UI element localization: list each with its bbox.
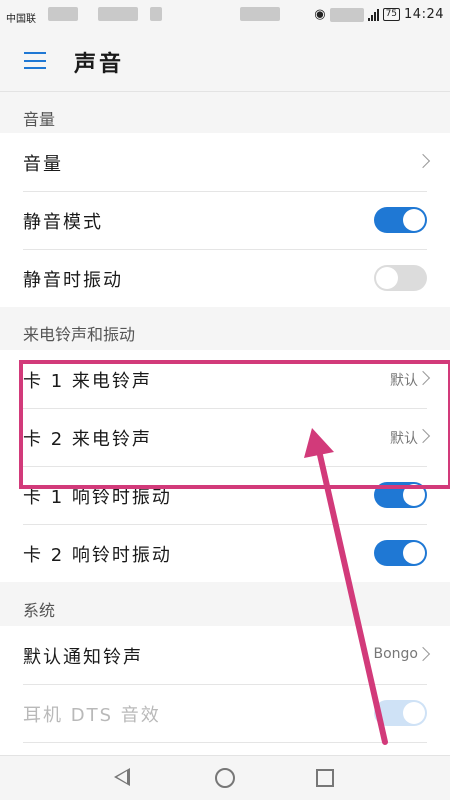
vibrate-silent-toggle[interactable]	[374, 265, 427, 291]
volume-label: 音量	[23, 154, 63, 175]
divider	[23, 742, 427, 743]
notification-tone-value: Bongo	[373, 646, 419, 662]
recent-square-icon[interactable]	[316, 769, 334, 787]
sim2-vibrate-label: 卡 2 响铃时振动	[23, 545, 172, 566]
navigation-bar	[0, 755, 450, 800]
section-header-volume: 音量	[23, 110, 56, 129]
chevron-right-icon	[415, 646, 431, 662]
blurred-notification-icon	[48, 7, 78, 21]
eye-icon: ◉	[314, 7, 326, 22]
vibrate-silent-row[interactable]: 静音时振动	[0, 249, 450, 307]
status-bar: 中国联 ◉ 75 14:24	[0, 0, 450, 30]
signal-icon	[367, 8, 379, 21]
sim2-vibrate-row[interactable]: 卡 2 响铃时振动	[0, 524, 450, 582]
silent-mode-row[interactable]: 静音模式	[0, 191, 450, 249]
dts-effect-label: 耳机 DTS 音效	[23, 705, 161, 726]
notification-tone-row[interactable]: 默认通知铃声 Bongo	[0, 626, 450, 684]
chevron-right-icon	[415, 153, 431, 169]
volume-group: 音量 静音模式 静音时振动	[0, 133, 450, 307]
status-time: 14:24	[404, 7, 444, 22]
section-header-ringtone: 来电铃声和振动	[23, 325, 136, 344]
system-group: 默认通知铃声 Bongo 耳机 DTS 音效	[0, 626, 450, 755]
dts-effect-toggle	[374, 700, 427, 726]
blurred-status-icon	[329, 7, 364, 22]
carrier-text: 中国联	[6, 14, 36, 25]
silent-mode-toggle[interactable]	[374, 207, 427, 233]
page-title: 声音	[74, 52, 125, 77]
blurred-status-icon	[240, 7, 280, 21]
silent-mode-label: 静音模式	[23, 212, 103, 233]
volume-row[interactable]: 音量	[0, 133, 450, 191]
notification-tone-label: 默认通知铃声	[23, 647, 143, 668]
dts-effect-row: 耳机 DTS 音效	[0, 684, 450, 742]
back-triangle-icon[interactable]	[114, 768, 130, 786]
annotation-highlight-box	[19, 360, 450, 489]
hamburger-menu-icon[interactable]	[24, 52, 46, 69]
app-bar: 声音	[0, 30, 450, 92]
battery-icon: 75	[382, 8, 401, 21]
blurred-notification-icon	[98, 7, 138, 21]
section-header-system: 系统	[23, 601, 56, 620]
sim2-vibrate-toggle[interactable]	[374, 540, 427, 566]
home-circle-icon[interactable]	[215, 768, 235, 788]
vibrate-silent-label: 静音时振动	[23, 270, 123, 291]
blurred-notification-icon	[150, 7, 162, 21]
